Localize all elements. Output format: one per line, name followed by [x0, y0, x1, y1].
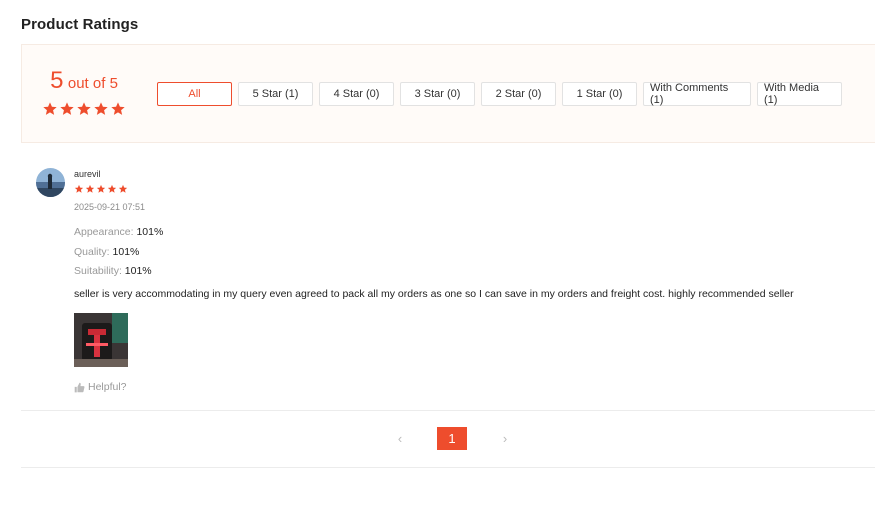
review-stars	[74, 184, 128, 194]
rating-filters: All 5 Star (1) 4 Star (0) 3 Star (0) 2 S…	[157, 82, 842, 106]
attribute-value: 101%	[124, 265, 152, 277]
review-comment: seller is very accommodating in my query…	[74, 288, 794, 300]
star-icon	[111, 102, 125, 115]
star-icon	[118, 184, 128, 193]
attribute-value: 101%	[136, 226, 164, 238]
divider	[21, 467, 875, 468]
filter-all-button[interactable]: All	[157, 82, 232, 106]
star-icon	[60, 102, 74, 115]
attribute-appearance: Appearance: 101%	[74, 226, 163, 238]
avatar[interactable]	[36, 168, 65, 197]
page-1-button[interactable]: 1	[437, 427, 467, 450]
review-photo[interactable]	[74, 313, 128, 367]
filter-with-comments-button[interactable]: With Comments (1)	[643, 82, 751, 106]
chevron-right-icon[interactable]: ›	[490, 427, 520, 450]
star-icon	[85, 184, 95, 193]
star-icon	[77, 102, 91, 115]
filter-5-star-button[interactable]: 5 Star (1)	[238, 82, 313, 106]
average-score: 5 out of 5	[22, 67, 146, 95]
filter-with-media-button[interactable]: With Media (1)	[757, 82, 842, 106]
attribute-key: Appearance:	[74, 226, 134, 238]
star-icon	[43, 102, 57, 115]
filter-3-star-button[interactable]: 3 Star (0)	[400, 82, 475, 106]
average-stars	[42, 101, 126, 117]
review-date: 2025-09-21 07:51	[74, 202, 146, 212]
divider	[21, 410, 875, 411]
star-icon	[74, 184, 84, 193]
star-icon	[94, 102, 108, 115]
filter-1-star-button[interactable]: 1 Star (0)	[562, 82, 637, 106]
thumbs-up-icon	[74, 382, 85, 392]
helpful-label: Helpful?	[88, 381, 127, 393]
filter-4-star-button[interactable]: 4 Star (0)	[319, 82, 394, 106]
filter-2-star-button[interactable]: 2 Star (0)	[481, 82, 556, 106]
section-title: Product Ratings	[21, 16, 139, 33]
review-username: aurevil	[74, 169, 101, 179]
attribute-key: Suitability:	[74, 265, 122, 277]
rating-summary: 5 out of 5 All 5 Star (1) 4 Star (0) 3 S…	[21, 44, 875, 143]
attribute-suitability: Suitability: 101%	[74, 265, 152, 277]
attribute-value: 101%	[112, 246, 140, 258]
pagination: ‹ 1 ›	[0, 427, 875, 451]
attribute-key: Quality:	[74, 246, 110, 258]
score-out-of: out of 5	[67, 75, 118, 92]
helpful-button[interactable]: Helpful?	[74, 381, 127, 393]
star-icon	[96, 184, 106, 193]
chevron-left-icon[interactable]: ‹	[385, 427, 415, 450]
star-icon	[107, 184, 117, 193]
score-value: 5	[50, 67, 64, 94]
attribute-quality: Quality: 101%	[74, 246, 139, 258]
